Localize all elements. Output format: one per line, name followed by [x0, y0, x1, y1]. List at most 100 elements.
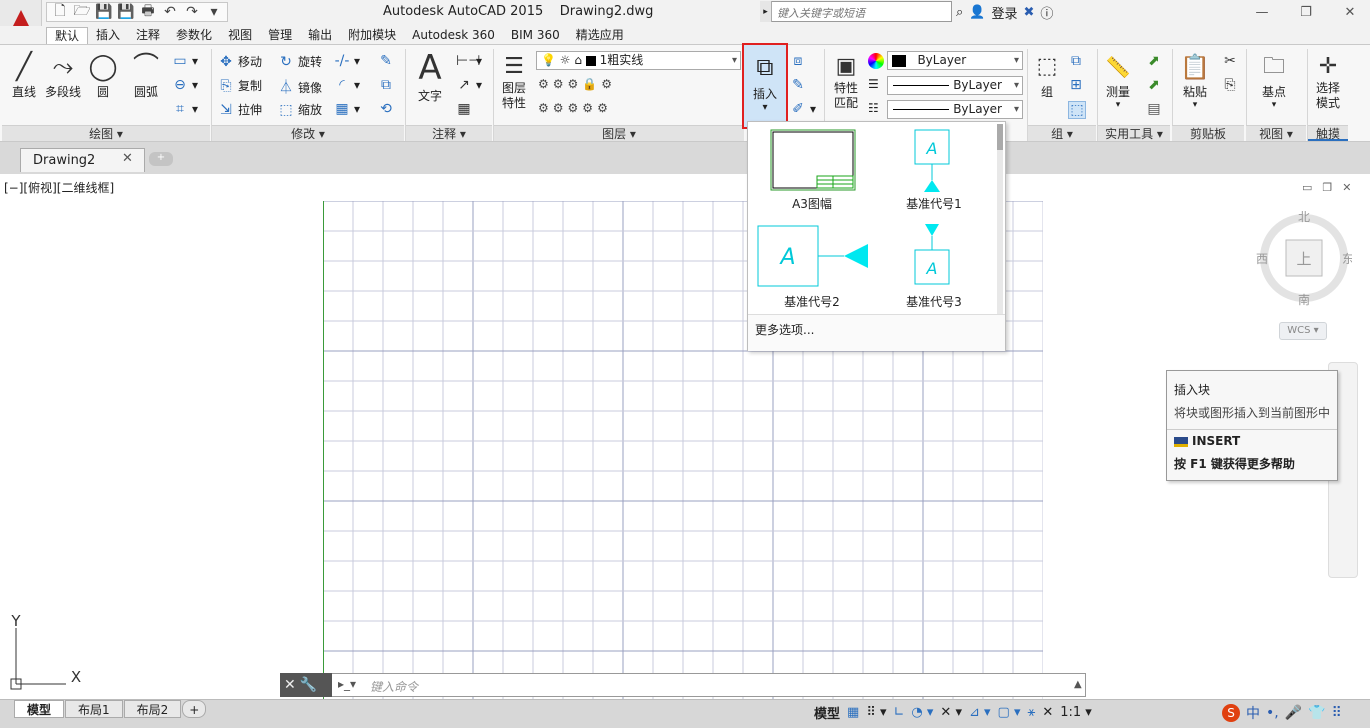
sogou-icon[interactable]: S [1222, 704, 1240, 722]
command-input[interactable]: 键入命令 [370, 678, 418, 695]
panel-draw[interactable]: 绘图 ▾ [2, 125, 210, 141]
viewport-label[interactable]: [−][俯视][二维线框] [4, 179, 114, 196]
panel-group[interactable]: 组 ▾ [1028, 125, 1096, 141]
boundary-tool[interactable]: ⌗ ▾ [172, 101, 198, 117]
tab-view[interactable]: 视图 [220, 27, 260, 44]
arc-tool[interactable]: ⌒ 圆弧 [126, 51, 166, 100]
group-tool[interactable]: ⬚ 组 [1030, 51, 1064, 100]
scale-dropdown[interactable]: 1:1 ▾ [1060, 705, 1092, 720]
chinese-mode-icon[interactable]: 中 [1246, 703, 1260, 723]
layer-dropdown[interactable]: 💡 ☼ ⌂ 1粗实线 [536, 51, 741, 70]
qat-dropdown-icon[interactable]: ▾ [204, 4, 224, 20]
circle-tool[interactable]: ◯ 圆 [86, 51, 120, 100]
select-mode-tool[interactable]: ✛ 选择 模式 [1310, 51, 1346, 111]
panel-clipboard[interactable]: 剪贴板 [1172, 125, 1244, 141]
more-options-link[interactable]: 更多选项... [748, 314, 1005, 351]
tab-default[interactable]: 默认 [46, 27, 89, 44]
dimension-tool[interactable]: ⊢⊣ ▾ [456, 53, 482, 69]
panel-touch[interactable]: 触摸 [1308, 125, 1348, 141]
line-tool[interactable]: ╱ 直线 [6, 51, 42, 100]
gallery-item-datum3[interactable]: A 基准代号3 [874, 224, 994, 310]
cut-tool[interactable]: ✂ [1222, 53, 1238, 69]
edit-block-tool[interactable]: ✎ [790, 77, 806, 93]
ortho-icon[interactable]: ∟ [894, 705, 905, 720]
leader-tool[interactable]: ↗ ▾ [456, 77, 482, 93]
layer-properties-tool[interactable]: ☰ 图层 特性 [496, 51, 532, 111]
viewport-close-icon[interactable]: ✕ [1342, 181, 1351, 194]
punctuation-icon[interactable]: •, [1266, 705, 1279, 721]
match-properties-tool[interactable]: ▣ 特性 匹配 [826, 51, 866, 111]
layout-tab-model[interactable]: 模型 [14, 700, 65, 718]
color-dropdown[interactable]: ByLayer [887, 51, 1023, 70]
new-icon[interactable]: 🗋 [50, 0, 70, 24]
layout-tab-2[interactable]: 布局2 [123, 700, 182, 718]
trim-tool[interactable]: -/- ▾ [334, 53, 360, 69]
table-tool[interactable]: ▦ [456, 101, 472, 117]
command-history-icon[interactable]: ▲ [1074, 679, 1082, 690]
explode-tool[interactable]: ⧉ [378, 77, 394, 93]
text-tool[interactable]: A 文字 [410, 49, 450, 104]
viewport-restore-icon[interactable]: ❐ [1322, 181, 1332, 194]
group-select-tool[interactable]: ⬚ [1068, 101, 1086, 119]
undo-icon[interactable]: ↶ [160, 4, 180, 20]
toolbox-icon[interactable]: ⠿ [1332, 705, 1342, 721]
snap-icon[interactable]: ⠿ ▾ [866, 705, 886, 720]
paste-tool[interactable]: 📋 粘贴 ▾ [1176, 51, 1214, 110]
search-expand-icon[interactable]: ▸ [760, 1, 772, 22]
skin-icon[interactable]: 👕 [1308, 705, 1325, 721]
select-all-tool[interactable]: ⬈ [1146, 77, 1162, 93]
mirror-tool[interactable]: ⏃ 镜像 [278, 77, 322, 97]
user-icon[interactable]: 👤 [969, 5, 985, 20]
panel-modify[interactable]: 修改 ▾ [212, 125, 404, 141]
new-tab-button[interactable]: + [149, 152, 173, 166]
tab-a360[interactable]: Autodesk 360 [404, 27, 503, 44]
gallery-item-datum1[interactable]: A 基准代号1 [874, 128, 994, 212]
help-icon[interactable]: ⓘ [1040, 3, 1053, 22]
gallery-item-a3[interactable]: A3图幅 [752, 128, 872, 212]
open-icon[interactable]: 🗁 [72, 0, 92, 24]
polyline-tool[interactable]: ⤳ 多段线 [42, 51, 84, 100]
command-prompt-icon[interactable]: ▸_▾ [338, 677, 356, 691]
panel-view[interactable]: 视图 ▾ [1246, 125, 1306, 141]
panel-utilities[interactable]: 实用工具 ▾ [1098, 125, 1170, 141]
tab-insert[interactable]: 插入 [88, 27, 128, 44]
linetype-dropdown[interactable]: ByLayer [887, 76, 1023, 95]
annotation-scale-icon[interactable]: ⚹ [1028, 705, 1036, 720]
layer-tools-row-2[interactable]: ⚙ ⚙ ⚙ ⚙ ⚙ [538, 101, 608, 115]
lineweight-dropdown[interactable]: ByLayer [887, 100, 1023, 119]
osnap-icon[interactable]: ⊿ ▾ [969, 705, 991, 720]
new-layout-button[interactable]: + [182, 700, 207, 718]
print-icon[interactable]: 🖶 [138, 0, 158, 24]
search-input[interactable]: 键入关键字或短语 [760, 1, 952, 22]
attribute-tool[interactable]: ✐ ▾ [790, 101, 816, 117]
color-wheel-icon[interactable] [868, 53, 884, 69]
viewcube[interactable]: 北 南 东 西 上 [1256, 203, 1352, 313]
move-tool[interactable]: ✥ 移动 [218, 53, 262, 70]
scale-tool[interactable]: ⬚ 缩放 [278, 101, 322, 118]
offset-tool[interactable]: ⟲ [378, 101, 394, 117]
tab-bim360[interactable]: BIM 360 [503, 27, 568, 44]
wcs-menu[interactable]: WCS ▾ [1279, 322, 1327, 340]
save-as-icon[interactable]: 💾 [116, 4, 136, 20]
tab-parametric[interactable]: 参数化 [168, 27, 220, 44]
create-block-tool[interactable]: ⧈ [790, 53, 806, 69]
login-link[interactable]: 登录 [991, 3, 1017, 22]
exchange-icon[interactable]: ✖ [1023, 5, 1034, 20]
measure-tool[interactable]: 📏 测量 ▾ [1100, 51, 1136, 110]
linetype-icon[interactable]: ☷ [868, 101, 879, 115]
group-edit-tool[interactable]: ⊞ [1068, 77, 1084, 93]
gallery-scrollbar[interactable] [997, 124, 1003, 314]
tab-output[interactable]: 输出 [300, 27, 340, 44]
viewport-minimize-icon[interactable]: ▭ [1302, 181, 1312, 194]
command-line-grip[interactable]: ✕ 🔧 [280, 673, 332, 697]
tab-addins[interactable]: 附加模块 [340, 27, 404, 44]
layer-tools-row-1[interactable]: ⚙ ⚙ ⚙ 🔒 ⚙ [538, 77, 612, 91]
ungroup-tool[interactable]: ⧉ [1068, 53, 1084, 69]
panel-layer[interactable]: 图层 ▾ [494, 125, 744, 141]
quick-select-tool[interactable]: ⬈ [1146, 53, 1162, 69]
fillet-tool[interactable]: ◜ ▾ [334, 77, 360, 93]
microphone-icon[interactable]: 🎤 [1285, 705, 1302, 721]
rotate-tool[interactable]: ↻ 旋转 [278, 53, 322, 70]
rectangle-tool[interactable]: ▭ ▾ [172, 53, 198, 69]
polar-icon[interactable]: ◔ ▾ [911, 705, 933, 720]
